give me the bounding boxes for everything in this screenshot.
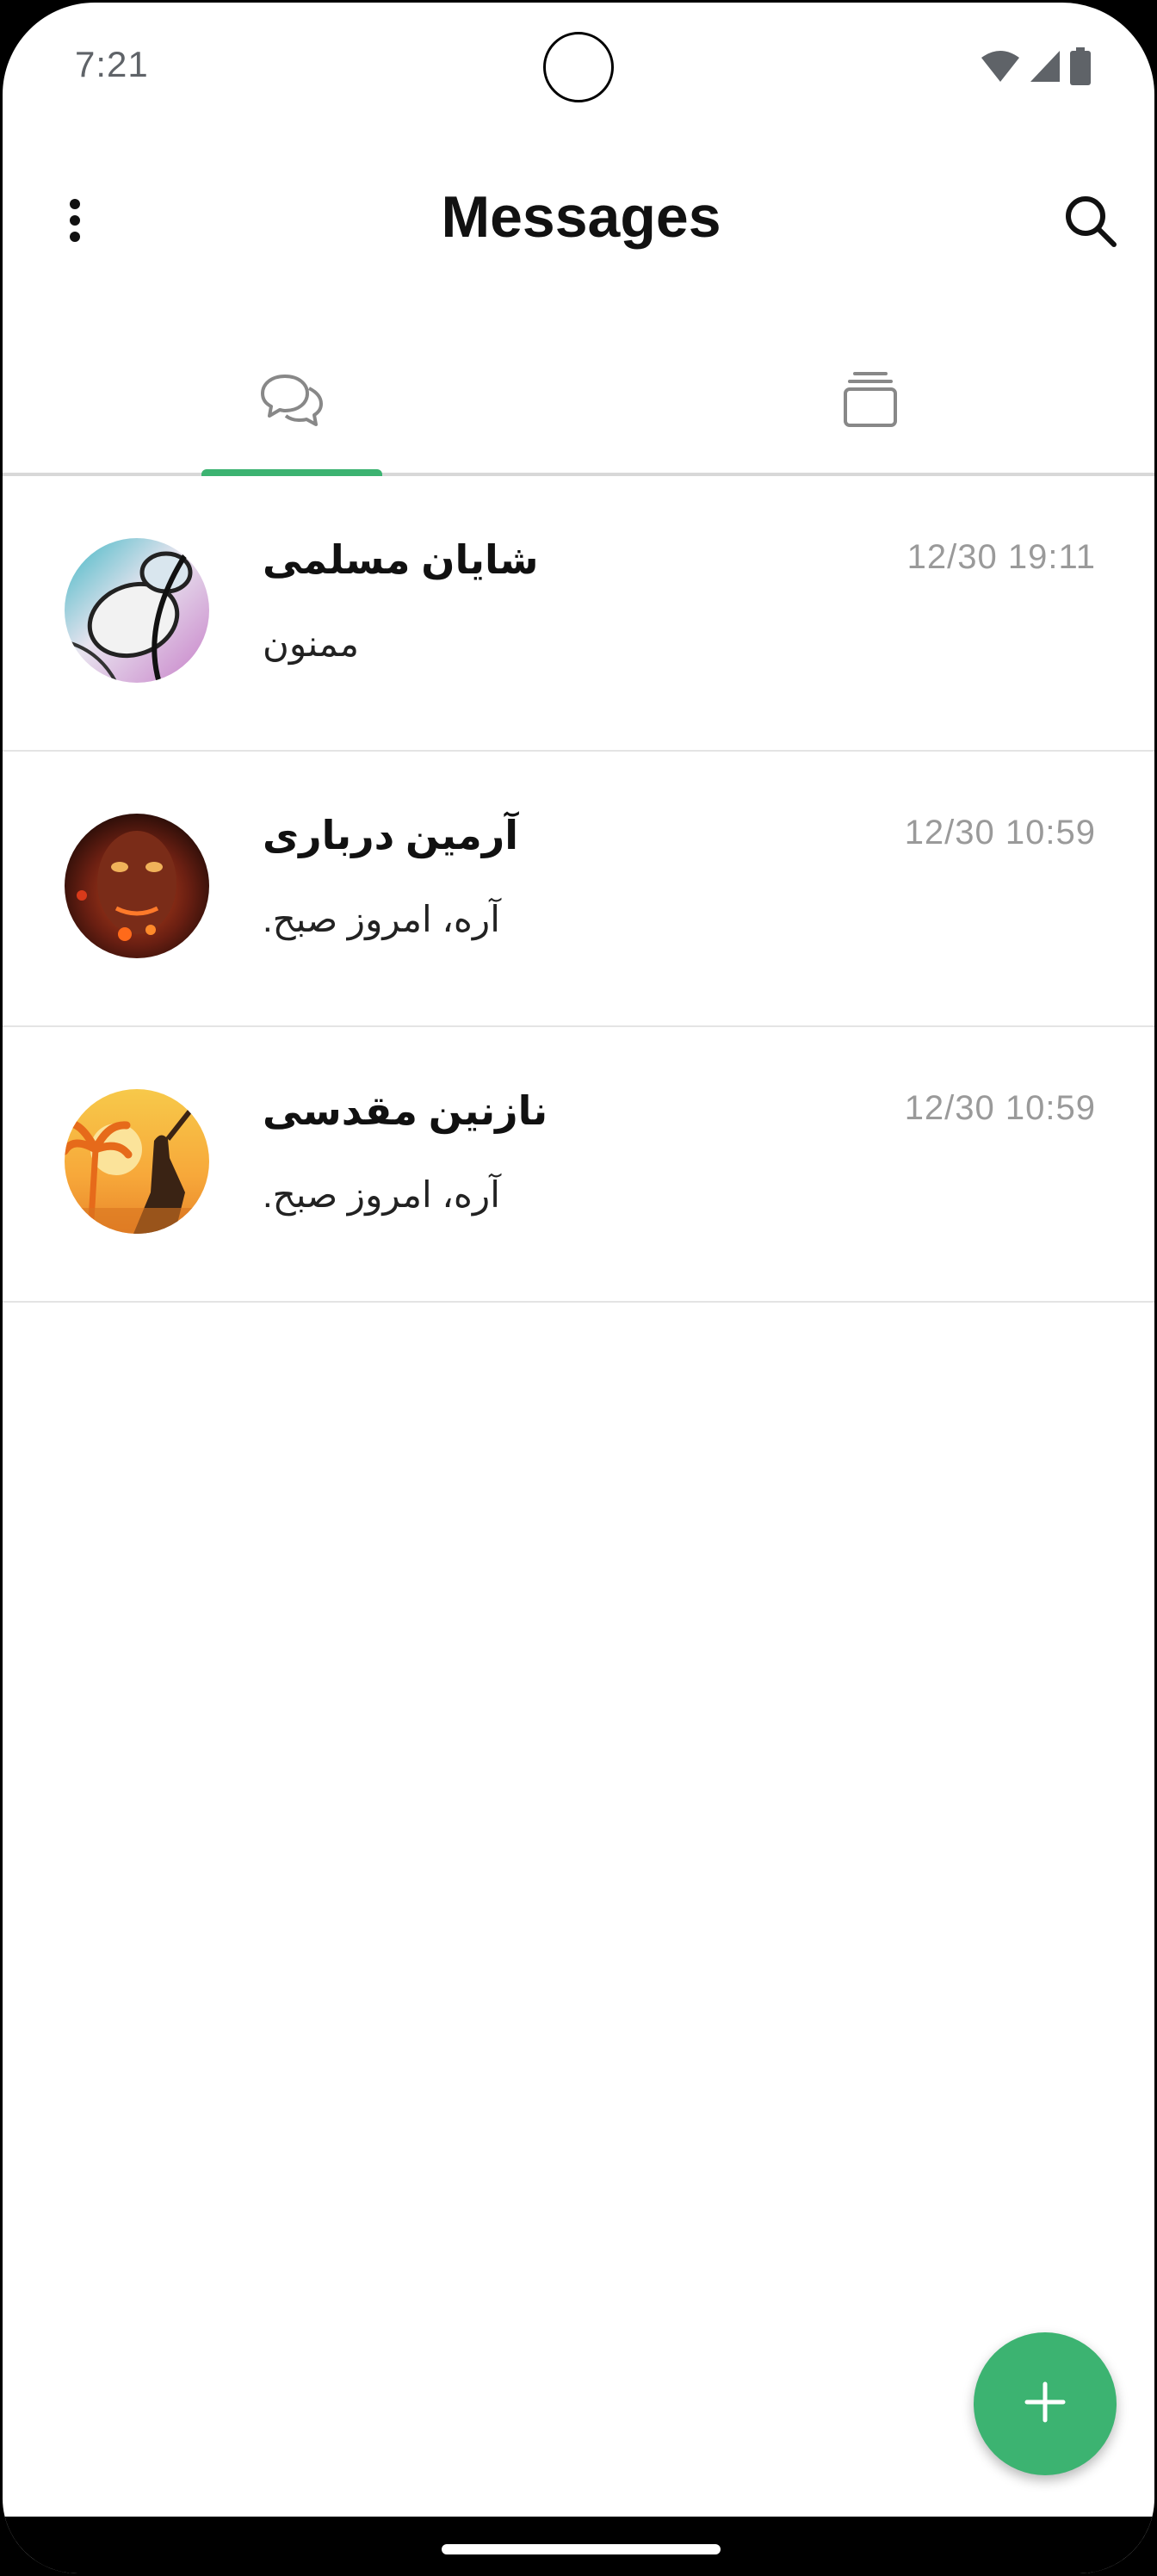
navigation-bar (3, 2517, 1154, 2573)
message-time: 12/30 10:59 (904, 1089, 1096, 1127)
plus-icon (1024, 2381, 1067, 2428)
status-time: 7:21 (75, 44, 149, 84)
new-message-button[interactable] (974, 2332, 1117, 2475)
phone-screen: 7:21 Messages شایان مسلمی ممنون 12/30 19… (0, 0, 1157, 2576)
status-bar: 7:21 (3, 3, 1154, 132)
conversation-item[interactable]: نازنین مقدسی آره، امروز صبح. 12/30 10:59 (3, 1027, 1154, 1303)
wifi-icon (981, 49, 1020, 88)
avatar (65, 538, 209, 683)
page-title: Messages (441, 184, 721, 250)
avatar (65, 814, 209, 958)
status-icons (981, 47, 1091, 90)
tab-selected-indicator (201, 469, 382, 476)
home-gesture-handle[interactable] (442, 2544, 721, 2554)
stacked-cards-icon (843, 371, 898, 432)
cell-signal-icon (1029, 49, 1061, 88)
search-button[interactable] (1056, 189, 1125, 257)
camera-cutout (543, 32, 614, 102)
app-header: Messages (3, 158, 1154, 287)
contact-name: نازنین مقدسی (263, 1088, 548, 1133)
message-preview: آره، امروز صبح. (263, 899, 500, 939)
conversation-item[interactable]: آرمین درباری آره، امروز صبح. 12/30 10:59 (3, 752, 1154, 1027)
contact-name: آرمین درباری (263, 813, 518, 858)
conversation-list: شایان مسلمی ممنون 12/30 19:11 آرمین دربا… (3, 476, 1154, 1303)
tab-chats[interactable] (3, 330, 581, 476)
message-preview: ممنون (263, 623, 359, 664)
contact-name: شایان مسلمی (263, 537, 539, 582)
battery-icon (1070, 47, 1091, 90)
tab-groups[interactable] (581, 330, 1154, 473)
avatar (65, 1089, 209, 1234)
chat-bubbles-icon (259, 371, 325, 432)
search-icon (1064, 195, 1117, 252)
message-preview: آره، امروز صبح. (263, 1174, 500, 1215)
tab-bar (3, 330, 1154, 476)
message-time: 12/30 10:59 (904, 814, 1096, 851)
message-time: 12/30 19:11 (906, 538, 1096, 576)
conversation-item[interactable]: شایان مسلمی ممنون 12/30 19:11 (3, 476, 1154, 752)
